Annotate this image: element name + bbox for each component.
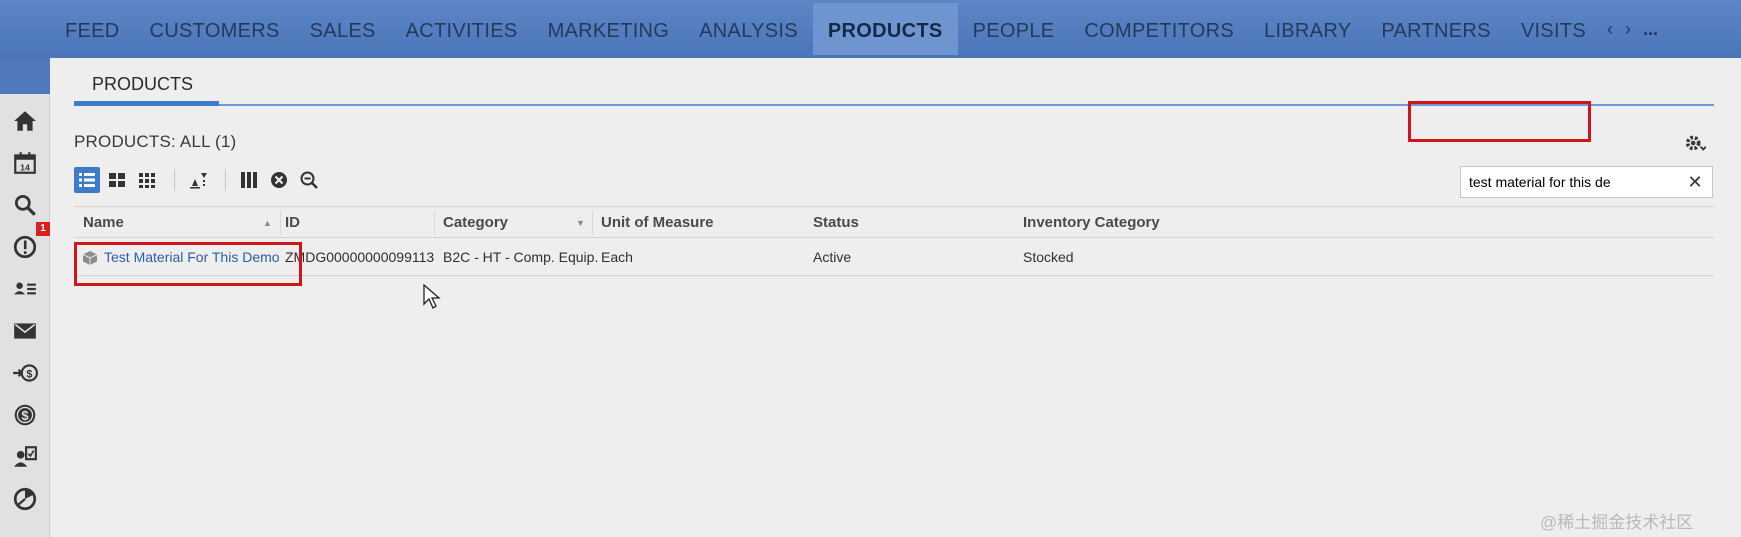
sort-asc-icon: ▲ bbox=[263, 218, 272, 228]
product-category: B2C - HT - Comp. Equip. bbox=[443, 249, 599, 265]
columns-icon[interactable] bbox=[236, 167, 262, 193]
zoom-search-icon[interactable] bbox=[296, 167, 322, 193]
column-header-inventory[interactable]: Inventory Category bbox=[1023, 207, 1160, 239]
toolbar-separator bbox=[174, 169, 175, 191]
nav-people[interactable]: PEOPLE bbox=[958, 3, 1070, 55]
column-header-status[interactable]: Status bbox=[813, 207, 859, 239]
nav-analysis[interactable]: ANALYSIS bbox=[684, 3, 813, 55]
table-header: Name ▲ ID Category ▼ Unit of Measure Sta… bbox=[74, 206, 1714, 238]
column-separator bbox=[280, 211, 281, 235]
tab-products-label: PRODUCTS bbox=[92, 74, 194, 94]
pie-icon[interactable] bbox=[10, 484, 40, 514]
products-table: Name ▲ ID Category ▼ Unit of Measure Sta… bbox=[74, 206, 1714, 276]
nav-customers[interactable]: CUSTOMERS bbox=[135, 3, 295, 55]
dollar-icon[interactable]: $ bbox=[10, 400, 40, 430]
home-icon[interactable] bbox=[10, 106, 40, 136]
search-icon[interactable] bbox=[10, 190, 40, 220]
nav-competitors[interactable]: COMPETITORS bbox=[1069, 3, 1249, 55]
close-icon[interactable]: ✕ bbox=[1684, 171, 1706, 193]
nav-marketing[interactable]: MARKETING bbox=[533, 3, 685, 55]
mail-icon[interactable] bbox=[10, 316, 40, 346]
nav-more[interactable]: ... bbox=[1637, 1, 1658, 57]
nav-activities[interactable]: ACTIVITIES bbox=[391, 3, 533, 55]
svg-text:$: $ bbox=[26, 368, 32, 380]
list-toolbar bbox=[74, 166, 326, 194]
contacts-icon[interactable] bbox=[10, 274, 40, 304]
name-highlight-box bbox=[74, 242, 302, 286]
card-view-icon[interactable] bbox=[104, 167, 130, 193]
filter-icon[interactable]: ▼ bbox=[576, 207, 588, 239]
nav-library[interactable]: LIBRARY bbox=[1249, 3, 1366, 55]
sort-icon[interactable] bbox=[185, 167, 211, 193]
watermark: @稀土掘金技术社区 bbox=[1540, 513, 1694, 532]
svg-text:$: $ bbox=[21, 408, 29, 423]
nav-products[interactable]: PRODUCTS bbox=[812, 3, 958, 55]
column-separator bbox=[592, 211, 593, 235]
nav-partners[interactable]: PARTNERS bbox=[1366, 3, 1505, 55]
tab-products[interactable]: PRODUCTS bbox=[74, 70, 219, 106]
gear-icon[interactable] bbox=[1684, 132, 1707, 154]
calendar-icon[interactable]: 14 bbox=[10, 148, 40, 178]
search-input[interactable] bbox=[1461, 167, 1681, 197]
grid-view-icon[interactable] bbox=[134, 167, 160, 193]
assign-user-icon[interactable] bbox=[10, 442, 40, 472]
column-separator bbox=[434, 211, 435, 235]
product-unit: Each bbox=[601, 249, 633, 265]
list-view-icon[interactable] bbox=[74, 167, 100, 193]
toolbar-separator bbox=[225, 169, 226, 191]
calendar-day: 14 bbox=[20, 163, 30, 173]
list-title: PRODUCTS: ALL (1) bbox=[74, 132, 237, 151]
column-header-id[interactable]: ID bbox=[285, 207, 300, 239]
sidebar-header-strip bbox=[0, 58, 50, 94]
mouse-cursor-icon bbox=[423, 284, 441, 309]
nav-sales[interactable]: SALES bbox=[295, 3, 391, 55]
search-box: ✕ bbox=[1460, 166, 1713, 198]
product-status: Active bbox=[813, 249, 852, 265]
alert-icon[interactable] bbox=[10, 232, 40, 262]
alert-badge: 1 bbox=[36, 222, 50, 236]
nav-next-arrow[interactable]: › bbox=[1619, 1, 1637, 57]
column-header-name[interactable]: Name bbox=[83, 207, 124, 239]
column-header-category[interactable]: Category bbox=[443, 207, 508, 239]
nav-feed[interactable]: FEED bbox=[50, 3, 135, 55]
top-navigation: FEED CUSTOMERS SALES ACTIVITIES MARKETIN… bbox=[0, 0, 1741, 58]
nav-visits[interactable]: VISITS bbox=[1506, 3, 1601, 55]
product-id: ZMDG00000000099113 bbox=[285, 249, 435, 265]
column-header-unit[interactable]: Unit of Measure bbox=[601, 207, 714, 239]
search-highlight-box bbox=[1408, 101, 1591, 142]
nav-prev-arrow[interactable]: ‹ bbox=[1601, 1, 1619, 57]
clear-filter-icon[interactable] bbox=[266, 167, 292, 193]
product-inventory-category: Stocked bbox=[1023, 249, 1074, 265]
transfer-dollar-icon[interactable]: $ bbox=[10, 358, 40, 388]
table-row[interactable]: Test Material For This Demo ZMDG00000000… bbox=[74, 238, 1714, 276]
